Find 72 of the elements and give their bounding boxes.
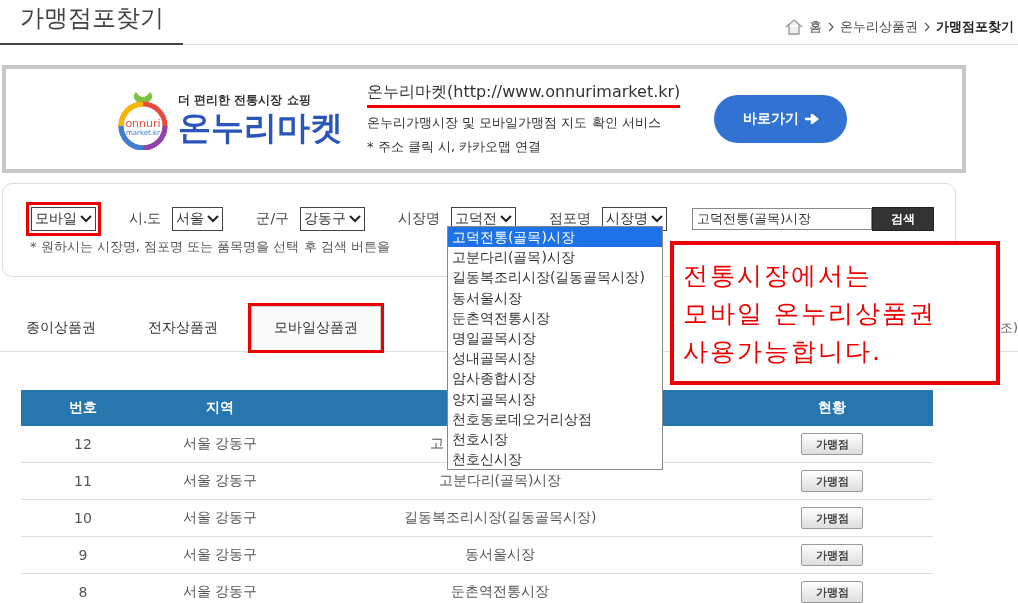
caret-icon — [500, 215, 513, 223]
store-button[interactable]: 가맹점 — [801, 581, 863, 603]
dropdown-option[interactable]: 천호동로데오거리상점 — [448, 408, 662, 429]
select-field[interactable]: 강동구 — [300, 207, 366, 231]
filter-label: 시.도 — [129, 210, 162, 228]
breadcrumb-item[interactable]: 가맹점포찾기 — [936, 18, 1014, 36]
search-button[interactable]: 검색 — [872, 207, 935, 231]
filter-label: 군/구 — [256, 210, 290, 228]
dropdown-option[interactable]: 둔촌역전통시장 — [448, 307, 662, 328]
column-header: 지역 — [205, 399, 235, 417]
table-cell: 고 — [430, 435, 444, 451]
store-button[interactable]: 가맹점 — [801, 433, 863, 455]
dropdown-option[interactable]: 양지골목시장 — [448, 388, 662, 409]
tagline: 더 편리한 전통시장 쇼핑 — [178, 91, 312, 109]
table-cell: 12 — [74, 436, 92, 452]
tab[interactable]: 종이상품권 — [3, 306, 119, 350]
breadcrumb-item[interactable]: 홈 — [809, 18, 822, 36]
dropdown-option[interactable]: 동서울시장 — [448, 287, 662, 308]
callout-text: 전통시장에서는 — [683, 260, 873, 292]
table-cell: 9 — [78, 547, 88, 563]
dropdown-option[interactable]: 명일골목시장 — [448, 327, 662, 349]
callout-text: 모바일 온누리상품권 — [683, 298, 937, 330]
table-cell: 서울 강동구 — [182, 546, 258, 562]
callout-text: 사용가능합니다. — [683, 336, 883, 368]
table-cell: 서울 강동구 — [182, 583, 258, 599]
table-cell: 서울 강동구 — [182, 435, 258, 451]
table-cell: 고분다리(골목)시장 — [438, 472, 562, 488]
home-icon — [785, 19, 803, 35]
tab[interactable]: 모바일상품권 — [251, 306, 381, 350]
caret-icon — [207, 215, 220, 223]
table-cell: 서울 강동구 — [182, 509, 258, 525]
arrow-icon — [804, 114, 819, 124]
table-cell: 10 — [74, 510, 92, 526]
breadcrumb-item[interactable]: 온누리상품권 — [840, 18, 918, 36]
dropdown-option[interactable]: 고덕전통(골목)시장 — [448, 227, 662, 248]
dropdown-option[interactable]: 성내골목시장 — [448, 348, 662, 369]
caret-icon — [651, 215, 664, 223]
store-button[interactable]: 가맹점 — [801, 507, 863, 529]
filter-label: 시장명 — [398, 210, 441, 228]
table-cell: 8 — [78, 584, 88, 600]
go-button[interactable]: 바로가기 — [714, 95, 848, 143]
table-cell: 11 — [74, 473, 92, 489]
table-cell: 길동복조리시장(길동골목시장) — [403, 509, 597, 525]
select-field[interactable]: 서울 — [172, 207, 224, 231]
select-field[interactable]: 모바일 — [31, 207, 96, 231]
chevron-icon — [828, 22, 834, 32]
column-header: 현황 — [817, 399, 847, 417]
brand-name: 온누리마켓 — [178, 108, 343, 147]
tab[interactable]: 전자상품권 — [125, 306, 241, 350]
caret-icon — [80, 215, 92, 223]
logo-text: onnuri — [125, 118, 161, 129]
dropdown-option[interactable]: 암사종합시장 — [448, 368, 662, 389]
search-field[interactable]: 고덕전통(골목)시장 — [692, 208, 873, 230]
hint-text: * 원하시는 시장명, 점포명 또는 품목명을 선택 후 검색 버튼을 — [29, 238, 390, 256]
page-title: 가맹점포찾기 — [0, 1, 183, 45]
dropdown-option[interactable]: 천호시장 — [448, 428, 662, 450]
table-cell: 둔촌역전통시장 — [451, 583, 549, 599]
store-button[interactable]: 가맹점 — [801, 544, 863, 566]
column-header: 번호 — [68, 399, 98, 417]
site-link[interactable]: 온누리마켓(http://www.onnurimarket.kr) — [367, 82, 681, 108]
table-cell: 서울 강동구 — [182, 472, 258, 488]
filter-label: 점포명 — [549, 210, 592, 228]
tab-side-text: 조) — [999, 319, 1018, 337]
dropdown-option[interactable]: 길동복조리시장(길동골목시장) — [448, 267, 662, 288]
chevron-icon — [924, 22, 930, 32]
table-cell: 동서울시장 — [465, 546, 535, 562]
store-button[interactable]: 가맹점 — [801, 470, 863, 492]
dropdown-option[interactable]: 고분다리(골목)시장 — [448, 247, 662, 268]
dropdown-option[interactable]: 천호신시장 — [448, 449, 662, 470]
caret-icon — [349, 215, 362, 223]
description: 온누리가맹시장 및 모바일가맹점 지도 확인 서비스 — [367, 114, 662, 132]
note: * 주소 클릭 시, 카카오맵 연결 — [367, 138, 543, 156]
